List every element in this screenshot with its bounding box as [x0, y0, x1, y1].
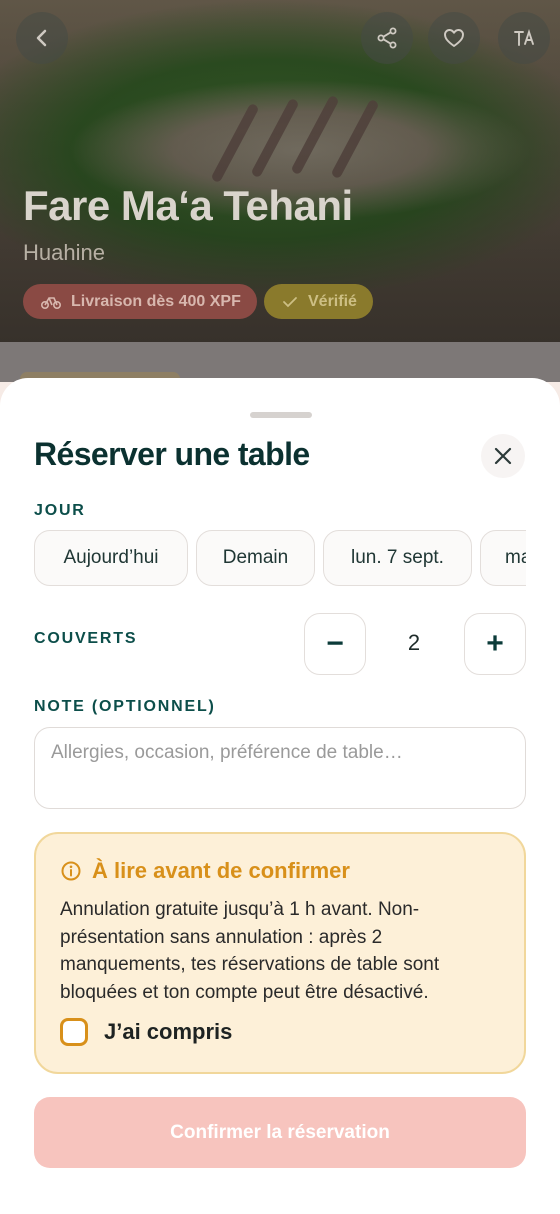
hero-image-detail: [330, 98, 380, 180]
hero-image-detail: [210, 102, 260, 184]
notice-title: À lire avant de confirmer: [92, 858, 350, 883]
restaurant-location: Huahine: [23, 240, 105, 265]
cancellation-notice: À lire avant de confirmer Annulation gra…: [34, 832, 526, 1074]
delivery-badge: Livraison dès 400 XPF: [23, 284, 257, 319]
check-icon: [283, 296, 297, 307]
heart-icon: [444, 29, 464, 47]
confirm-reservation-button[interactable]: Confirmer la réservation: [34, 1097, 526, 1168]
reservation-sheet: Réserver une table JOUR Aujourd’hui Dema…: [0, 378, 560, 1214]
translate-icon: [514, 28, 534, 46]
guests-count: 2: [407, 630, 421, 655]
acknowledge-checkbox-row[interactable]: J’ai compris: [60, 1018, 232, 1046]
acknowledge-label[interactable]: J’ai compris: [104, 1019, 232, 1045]
notice-header: À lire avant de confirmer: [60, 858, 350, 884]
notice-text: Annulation gratuite jusqu’à 1 h avant. N…: [60, 899, 440, 1003]
day-chip-tomorrow[interactable]: Demain: [196, 530, 315, 586]
chevron-left-icon: [36, 29, 47, 47]
delivery-badge-label: Livraison dès 400 XPF: [71, 292, 241, 310]
bike-icon: [41, 296, 61, 309]
acknowledge-checkbox[interactable]: [60, 1018, 88, 1046]
day-chip-monday[interactable]: lun. 7 sept.: [323, 530, 472, 586]
guests-label: COUVERTS: [34, 630, 138, 647]
note-label: NOTE (OPTIONNEL): [34, 698, 216, 715]
info-icon: [61, 861, 81, 881]
day-chip-today[interactable]: Aujourd’hui: [34, 530, 188, 586]
note-input[interactable]: [34, 727, 526, 809]
sheet-title: Réserver une table: [34, 436, 310, 472]
share-button[interactable]: [361, 12, 413, 64]
share-icon: [377, 27, 397, 49]
decrement-guests-button[interactable]: −: [304, 613, 366, 675]
translate-button[interactable]: [498, 12, 550, 64]
verified-badge-label: Vérifié: [308, 292, 357, 310]
day-label: JOUR: [34, 502, 86, 519]
day-chip-tuesday[interactable]: ma: [480, 530, 526, 586]
verified-badge: Vérifié: [264, 284, 373, 319]
favorite-button[interactable]: [428, 12, 480, 64]
sheet-drag-handle[interactable]: [250, 412, 312, 418]
hero-image-detail: [250, 97, 300, 179]
increment-guests-button[interactable]: +: [464, 613, 526, 675]
hero-image-detail: [290, 94, 340, 176]
back-button[interactable]: [16, 12, 68, 64]
close-button[interactable]: [481, 434, 525, 478]
day-selector[interactable]: Aujourd’hui Demain lun. 7 sept. ma: [34, 530, 526, 588]
content-peek: [0, 342, 560, 386]
close-icon: [494, 447, 512, 465]
restaurant-name: Fare Ma‘a Tehani: [23, 182, 353, 229]
